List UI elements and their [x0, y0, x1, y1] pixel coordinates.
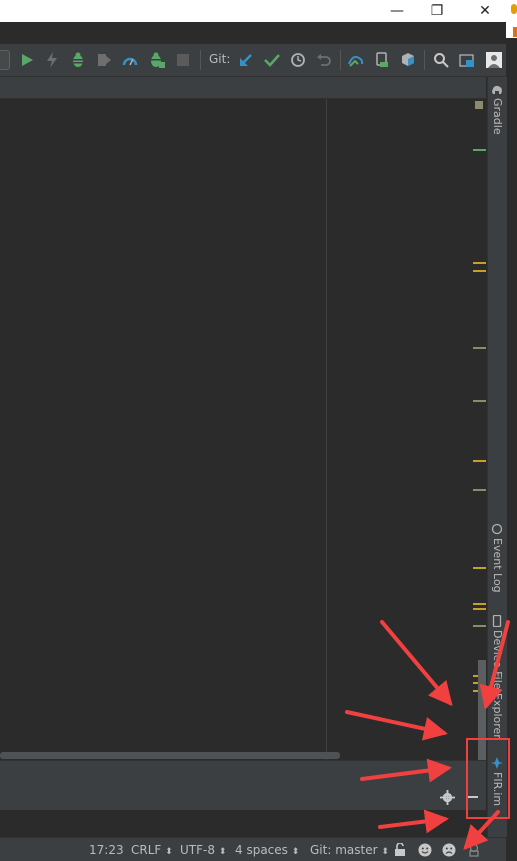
- annotation-arrow: [345, 710, 448, 741]
- annotation-arrows: [345, 620, 510, 850]
- annotation-arrow: [479, 620, 510, 710]
- annotation-arrow: [378, 809, 449, 834]
- annotation-arrow: [380, 620, 453, 707]
- annotation-arrow: [360, 758, 452, 783]
- annotation-arrow: [463, 810, 500, 850]
